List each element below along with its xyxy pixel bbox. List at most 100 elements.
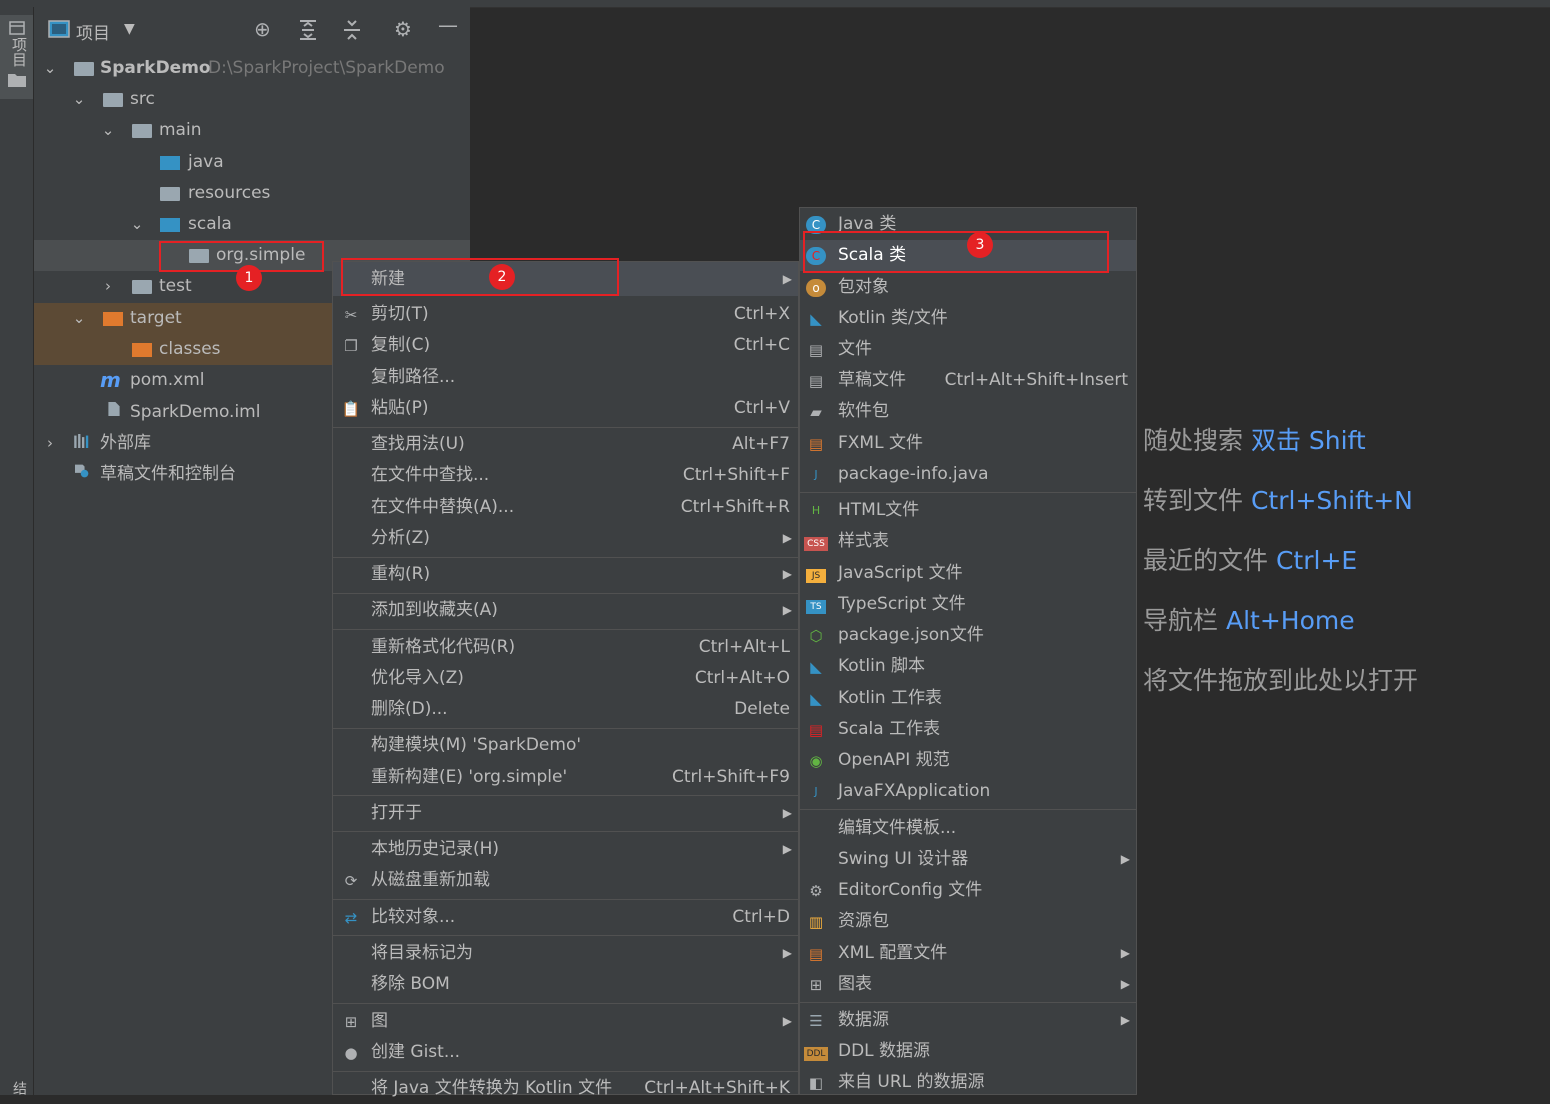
submenu-item-javafx-application[interactable]: J JavaFXApplication: [800, 776, 1136, 807]
menu-item-compare-with[interactable]: ⇄ 比较对象... Ctrl+D: [333, 902, 798, 933]
menu-label: DDL 数据源: [838, 1041, 931, 1061]
menu-item-find-in-files[interactable]: 在文件中查找... Ctrl+Shift+F: [333, 460, 798, 491]
menu-item-copy[interactable]: ❐ 复制(C) Ctrl+C: [333, 330, 798, 361]
menu-label: 在文件中替换(A)...: [371, 497, 515, 517]
tree-row-java[interactable]: java: [34, 147, 470, 178]
submenu-item-kotlin-worksheet[interactable]: ◣ Kotlin 工作表: [800, 683, 1136, 714]
chevron-down-icon[interactable]: ▼: [124, 21, 135, 37]
collapse-all-icon[interactable]: [342, 19, 362, 41]
submenu-item-package-info[interactable]: J package-info.java: [800, 459, 1136, 490]
menu-label: 软件包: [838, 401, 889, 421]
scratch-file-icon: ▤: [808, 372, 824, 390]
menu-label: 打开于: [371, 803, 422, 823]
gear-icon[interactable]: ⚙: [394, 17, 412, 41]
menu-item-refactor[interactable]: 重构(R) ▶: [333, 559, 798, 590]
locate-icon[interactable]: ⊕: [254, 17, 271, 41]
submenu-item-xml-config[interactable]: ▤ XML 配置文件 ▶: [800, 938, 1136, 969]
menu-label: 重新格式化代码(R): [371, 637, 516, 657]
hint-drop-files: 将文件拖放到此处以打开: [1143, 661, 1418, 697]
tree-row-src[interactable]: ⌄ src: [34, 84, 470, 115]
submenu-item-scratch-file[interactable]: ▤ 草稿文件 Ctrl+Alt+Shift+Insert: [800, 365, 1136, 396]
menu-separator: [333, 1071, 798, 1072]
tree-row-resources[interactable]: resources: [34, 178, 470, 209]
chevron-down-icon[interactable]: ⌄: [100, 115, 116, 146]
tree-row-sparkdemo[interactable]: ⌄ SparkDemo D:\SparkProject\SparkDemo: [34, 53, 470, 84]
submenu-item-javascript-file[interactable]: JS JavaScript 文件: [800, 558, 1136, 589]
menu-label: 数据源: [838, 1010, 889, 1030]
menu-item-reformat-code[interactable]: 重新格式化代码(R) Ctrl+Alt+L: [333, 632, 798, 663]
chevron-right-icon[interactable]: ›: [42, 428, 58, 459]
submenu-arrow-icon: ▶: [782, 272, 792, 286]
project-panel-title[interactable]: 项目: [76, 19, 110, 44]
menu-item-replace-in-files[interactable]: 在文件中替换(A)... Ctrl+Shift+R: [333, 492, 798, 523]
submenu-item-resource-bundle[interactable]: ▥ 资源包: [800, 906, 1136, 937]
url-data-source-icon: ◧: [808, 1074, 824, 1092]
submenu-item-edit-file-templates[interactable]: 编辑文件模板...: [800, 813, 1136, 844]
minimize-icon[interactable]: —: [438, 13, 458, 37]
menu-separator: [800, 492, 1136, 493]
submenu-item-kotlin-class[interactable]: ◣ Kotlin 类/文件: [800, 303, 1136, 334]
menu-item-reload-from-disk[interactable]: ⟳ 从磁盘重新加载: [333, 865, 798, 896]
menu-label: 重构(R): [371, 564, 431, 584]
submenu-item-package-json[interactable]: ⬡ package.json文件: [800, 620, 1136, 651]
submenu-item-swing-ui-designer[interactable]: Swing UI 设计器 ▶: [800, 844, 1136, 875]
tree-label: target: [130, 308, 182, 328]
hint-text: 将文件拖放到此处以打开: [1143, 666, 1419, 695]
library-icon: [74, 434, 89, 448]
expand-all-icon[interactable]: [298, 19, 318, 41]
chevron-down-icon[interactable]: ⌄: [42, 53, 58, 84]
menu-item-create-gist[interactable]: ● 创建 Gist...: [333, 1037, 798, 1068]
tree-label: resources: [188, 183, 271, 203]
submenu-item-scala-worksheet[interactable]: ▤ Scala 工作表: [800, 714, 1136, 745]
submenu-item-stylesheet[interactable]: CSS 样式表: [800, 526, 1136, 557]
submenu-item-typescript-file[interactable]: TS TypeScript 文件: [800, 589, 1136, 620]
submenu-item-openapi-spec[interactable]: ◉ OpenAPI 规范: [800, 745, 1136, 776]
tree-label: main: [159, 120, 202, 140]
chevron-down-icon[interactable]: ⌄: [129, 209, 145, 240]
submenu-item-package[interactable]: ▰ 软件包: [800, 396, 1136, 427]
menu-item-optimize-imports[interactable]: 优化导入(Z) Ctrl+Alt+O: [333, 663, 798, 694]
menu-item-cut[interactable]: ✂ 剪切(T) Ctrl+X: [333, 299, 798, 330]
chevron-down-icon[interactable]: ⌄: [71, 303, 87, 334]
menu-separator: [333, 831, 798, 832]
menu-item-local-history[interactable]: 本地历史记录(H) ▶: [333, 834, 798, 865]
menu-item-mark-directory-as[interactable]: 将目录标记为 ▶: [333, 938, 798, 969]
menu-item-rebuild[interactable]: 重新构建(E) 'org.simple' Ctrl+Shift+F9: [333, 762, 798, 793]
tree-row-main[interactable]: ⌄ main: [34, 115, 470, 146]
menu-item-open-in[interactable]: 打开于 ▶: [333, 798, 798, 829]
menu-item-find-usages[interactable]: 查找用法(U) Alt+F7: [333, 429, 798, 460]
scala-worksheet-icon: ▤: [808, 721, 824, 739]
chevron-down-icon[interactable]: ⌄: [71, 84, 87, 115]
submenu-arrow-icon: ▶: [1120, 946, 1130, 960]
submenu-item-fxml-file[interactable]: ▤ FXML 文件: [800, 428, 1136, 459]
menu-item-add-to-favorites[interactable]: 添加到收藏夹(A) ▶: [333, 595, 798, 626]
submenu-item-kotlin-script[interactable]: ◣ Kotlin 脚本: [800, 651, 1136, 682]
menu-label: 将 Java 文件转换为 Kotlin 文件: [371, 1078, 613, 1098]
submenu-item-data-source[interactable]: ☰ 数据源 ▶: [800, 1005, 1136, 1036]
submenu-item-url-data-source[interactable]: ◧ 来自 URL 的数据源: [800, 1067, 1136, 1098]
submenu-item-html-file[interactable]: H HTML文件: [800, 495, 1136, 526]
menu-item-convert-java-to-kotlin[interactable]: 将 Java 文件转换为 Kotlin 文件 Ctrl+Alt+Shift+K: [333, 1073, 798, 1104]
menu-label: FXML 文件: [838, 433, 923, 453]
menu-label: 添加到收藏夹(A): [371, 600, 498, 620]
menu-item-paste[interactable]: 📋 粘贴(P) Ctrl+V: [333, 393, 798, 424]
submenu-item-diagram[interactable]: ⊞ 图表 ▶: [800, 969, 1136, 1000]
submenu-item-ddl-data-source[interactable]: DDL DDL 数据源: [800, 1036, 1136, 1067]
hint-text: 转到文件: [1143, 486, 1244, 515]
menu-label: 复制路径...: [371, 367, 456, 387]
structure-tab-label[interactable]: 结: [9, 1081, 29, 1095]
menu-item-build-module[interactable]: 构建模块(M) 'SparkDemo': [333, 730, 798, 761]
menu-item-analyze[interactable]: 分析(Z) ▶: [333, 523, 798, 554]
menu-item-remove-bom[interactable]: 移除 BOM: [333, 969, 798, 1000]
menu-item-delete[interactable]: 删除(D)... Delete: [333, 694, 798, 725]
xml-file-icon: ▤: [808, 945, 824, 963]
menu-item-copy-path[interactable]: 复制路径...: [333, 362, 798, 393]
gear-icon: ⚙: [809, 882, 823, 900]
tree-row-scala[interactable]: ⌄ scala: [34, 209, 470, 240]
submenu-item-file[interactable]: ▤ 文件: [800, 334, 1136, 365]
chevron-right-icon[interactable]: ›: [100, 271, 116, 302]
project-tool-tab[interactable]: 项目: [0, 15, 33, 99]
menu-item-diagrams[interactable]: ⊞ 图 ▶: [333, 1006, 798, 1037]
submenu-item-editorconfig[interactable]: ⚙ EditorConfig 文件: [800, 875, 1136, 906]
submenu-item-package-object[interactable]: o 包对象: [800, 272, 1136, 303]
